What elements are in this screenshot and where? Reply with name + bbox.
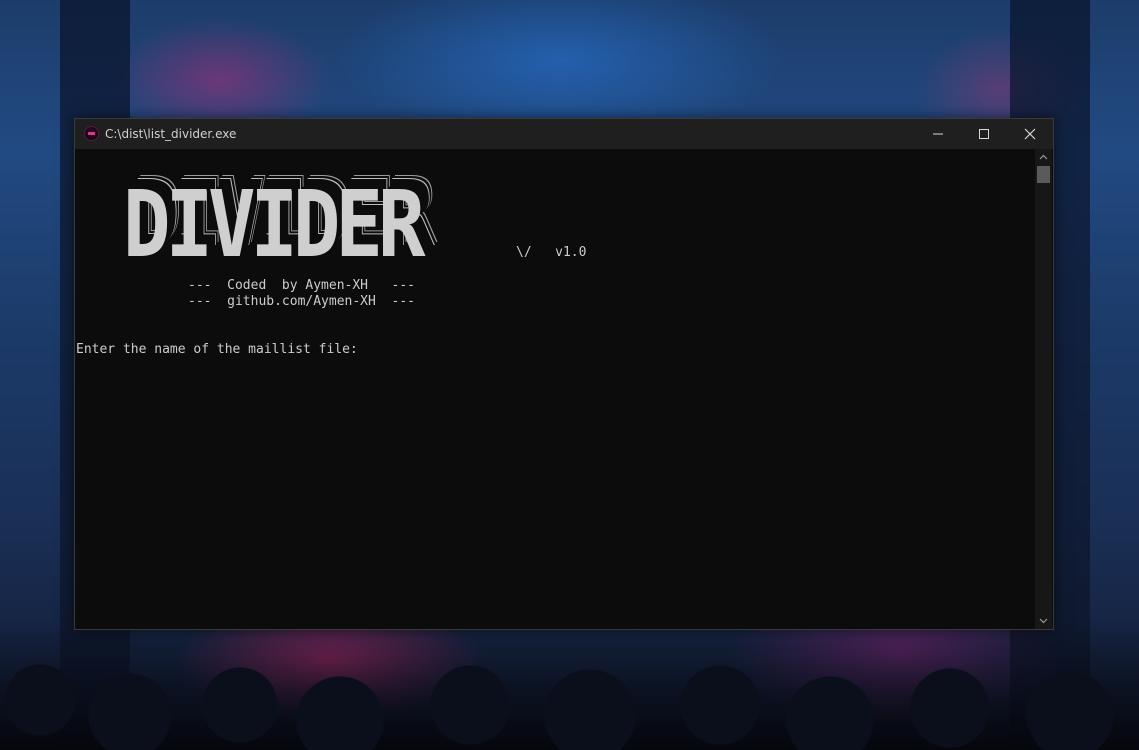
minimize-button[interactable] <box>915 119 961 149</box>
input-prompt[interactable]: Enter the name of the maillist file: <box>76 342 366 357</box>
maximize-button[interactable] <box>961 119 1007 149</box>
scroll-up-button[interactable] <box>1035 149 1052 165</box>
chevron-up-icon <box>1039 154 1048 160</box>
chevron-down-icon <box>1039 618 1048 624</box>
title-bar[interactable]: C:\dist\list_divider.exe <box>75 119 1053 149</box>
console-window[interactable]: C:\dist\list_divider.exe DIVIDER \/ v1.0… <box>74 118 1054 630</box>
prompt-text: Enter the name of the maillist file: <box>76 342 358 357</box>
vertical-scrollbar[interactable] <box>1035 149 1052 629</box>
github-line: --- github.com/Aymen-XH --- <box>188 294 415 309</box>
scroll-down-button[interactable] <box>1035 613 1052 629</box>
scroll-thumb[interactable] <box>1037 166 1050 183</box>
ascii-banner: DIVIDER <box>123 171 425 278</box>
close-button[interactable] <box>1007 119 1053 149</box>
wallpaper-crowd-silhouette <box>0 620 1139 750</box>
maximize-icon <box>979 129 989 139</box>
credit-line: --- Coded by Aymen-XH --- <box>188 278 415 293</box>
minimize-icon <box>933 133 943 135</box>
version-label: \/ v1.0 <box>516 245 587 260</box>
close-icon <box>1024 128 1036 140</box>
console-output[interactable]: DIVIDER \/ v1.0 --- Coded by Aymen-XH --… <box>75 149 1035 629</box>
app-icon <box>84 126 99 141</box>
desktop-wallpaper: C:\dist\list_divider.exe DIVIDER \/ v1.0… <box>0 0 1139 750</box>
window-title: C:\dist\list_divider.exe <box>105 127 237 141</box>
